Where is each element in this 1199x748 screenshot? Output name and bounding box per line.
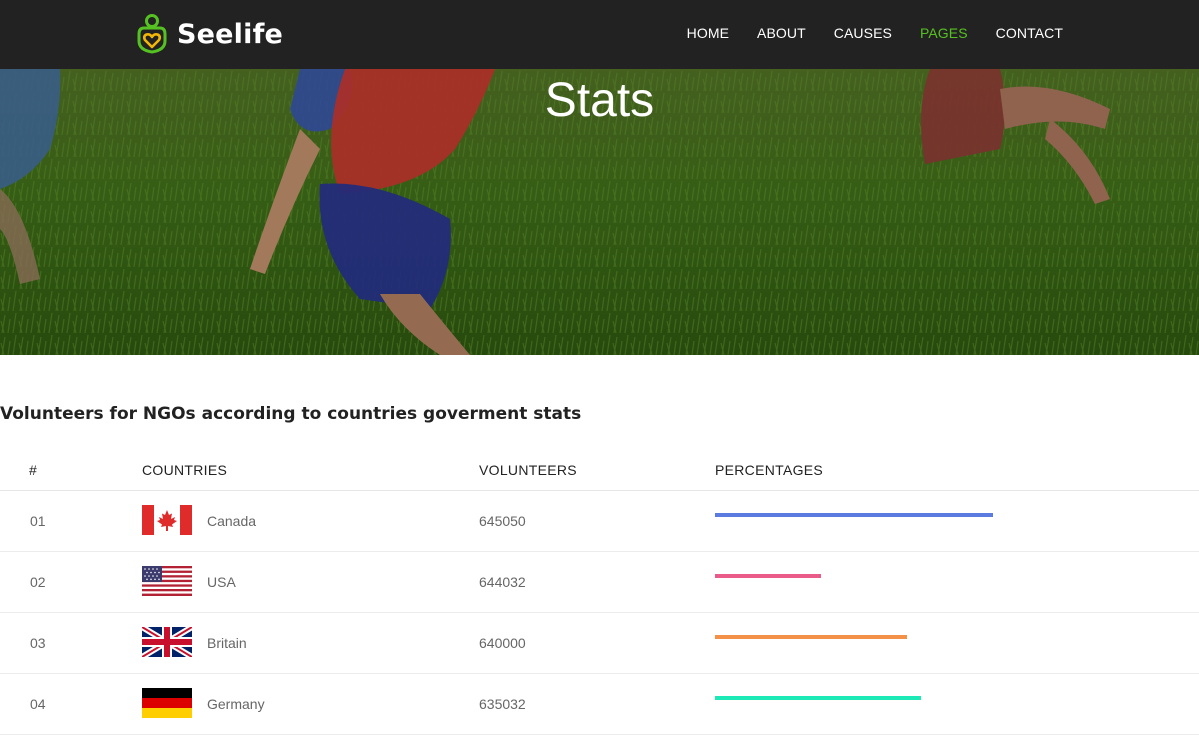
nav-item-home[interactable]: HOME (687, 25, 729, 41)
volunteer-stats-table: # COUNTRIES VOLUNTEERS PERCENTAGES 01 Ca… (0, 450, 1199, 735)
germany-flag-icon (142, 688, 192, 718)
nav-item-pages[interactable]: PAGES (920, 25, 968, 41)
nav-item-causes[interactable]: CAUSES (834, 25, 892, 41)
main-nav: HOME ABOUT CAUSES PAGES CONTACT (659, 25, 1063, 41)
country-name: Germany (207, 696, 265, 712)
britain-flag-icon (142, 627, 192, 657)
header-countries: COUNTRIES (142, 462, 228, 478)
header-volunteers: VOLUNTEERS (479, 462, 577, 478)
table-row: 02 USA 644032 (0, 552, 1199, 613)
table-header: # COUNTRIES VOLUNTEERS PERCENTAGES (0, 450, 1199, 491)
volunteer-count: 635032 (479, 696, 526, 712)
country-name: USA (207, 574, 236, 590)
top-navbar: Seelife HOME ABOUT CAUSES PAGES CONTACT (0, 0, 1199, 69)
hero-banner: Stats (0, 69, 1199, 355)
stats-heading: Volunteers for NGOs according to countri… (0, 404, 582, 424)
percentage-bar (715, 635, 907, 639)
row-index: 03 (30, 635, 46, 651)
usa-flag-icon (142, 566, 192, 596)
volunteer-count: 640000 (479, 635, 526, 651)
percentage-bar (715, 696, 921, 700)
percentage-bar (715, 513, 993, 517)
table-row: 01 Canada 645050 (0, 491, 1199, 552)
row-index: 04 (30, 696, 46, 712)
nav-item-about[interactable]: ABOUT (757, 25, 806, 41)
volunteer-count: 644032 (479, 574, 526, 590)
country-name: Britain (207, 635, 247, 651)
heart-hands-logo-icon (137, 14, 167, 54)
volunteer-count: 645050 (479, 513, 526, 529)
table-row: 03 Britain 640000 (0, 613, 1199, 674)
row-index: 01 (30, 513, 46, 529)
percentage-bar (715, 574, 821, 578)
row-index: 02 (30, 574, 46, 590)
header-percentages: PERCENTAGES (715, 462, 824, 478)
nav-item-contact[interactable]: CONTACT (996, 25, 1063, 41)
table-row: 04 Germany 635032 (0, 674, 1199, 735)
header-index: # (29, 462, 38, 478)
brand-logo[interactable]: Seelife (135, 14, 283, 54)
country-name: Canada (207, 513, 257, 529)
brand-name: Seelife (177, 18, 284, 50)
canada-flag-icon (142, 505, 192, 535)
page-title: Stats (544, 74, 655, 127)
